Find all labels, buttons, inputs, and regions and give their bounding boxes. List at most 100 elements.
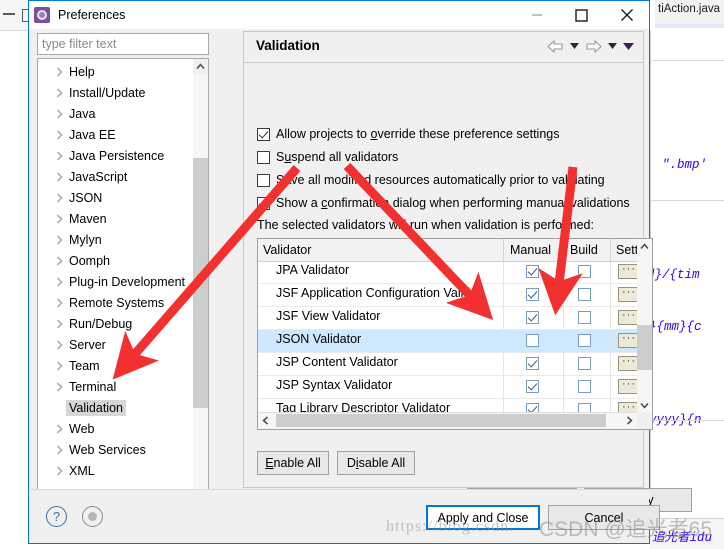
table-row[interactable]: JPA Validator ···	[258, 261, 640, 284]
forward-arrow-icon[interactable]	[583, 36, 603, 56]
tree-item-javascript[interactable]: JavaScript	[38, 166, 193, 187]
option-show-confirmation-dialog[interactable]: Show a confirmation dialog when performi…	[257, 194, 630, 212]
manual-checkbox[interactable]	[526, 357, 539, 370]
minimize-icon[interactable]	[3, 13, 15, 15]
chevron-right-icon[interactable]	[52, 271, 66, 292]
close-button[interactable]	[604, 1, 649, 29]
build-checkbox[interactable]	[578, 357, 591, 370]
scroll-up-icon[interactable]	[193, 59, 208, 74]
chevron-right-icon[interactable]	[52, 376, 66, 397]
minimize-button[interactable]	[514, 1, 559, 29]
chevron-down-icon[interactable]	[605, 36, 619, 56]
chevron-right-icon[interactable]	[52, 313, 66, 334]
build-checkbox[interactable]	[578, 380, 591, 393]
chevron-right-icon[interactable]	[52, 334, 66, 355]
editor-tab-label[interactable]: tiAction.java	[658, 3, 720, 15]
enable-all-button[interactable]: Enable All	[257, 451, 329, 475]
build-checkbox[interactable]	[578, 334, 591, 347]
manual-checkbox[interactable]	[526, 311, 539, 324]
chevron-right-icon[interactable]	[52, 439, 66, 460]
table-row[interactable]: JSF Application Configuration Valida ···	[258, 284, 640, 307]
chevron-right-icon[interactable]	[52, 61, 66, 82]
chevron-right-icon[interactable]	[52, 292, 66, 313]
chevron-right-icon[interactable]	[52, 166, 66, 187]
tree-item-java-ee[interactable]: Java EE	[38, 124, 193, 145]
view-menu-icon[interactable]	[621, 36, 635, 56]
chevron-right-icon[interactable]	[52, 229, 66, 250]
manual-checkbox[interactable]	[526, 288, 539, 301]
tree-item-json[interactable]: JSON	[38, 187, 193, 208]
manual-checkbox[interactable]	[526, 265, 539, 278]
chevron-right-icon[interactable]	[52, 124, 66, 145]
maximize-button[interactable]	[559, 1, 604, 29]
chevron-right-icon[interactable]	[52, 355, 66, 376]
tree-item-validation[interactable]: Validation	[38, 397, 193, 418]
scroll-thumb[interactable]	[276, 414, 606, 427]
preferences-tree[interactable]: Help Install/Update Java Java EE Java Persis…	[37, 58, 209, 506]
tree-item-maven[interactable]: Maven	[38, 208, 193, 229]
tree-item-java[interactable]: Java	[38, 103, 193, 124]
tree-item-help[interactable]: Help	[38, 61, 193, 82]
scroll-thumb[interactable]	[193, 158, 208, 408]
scroll-right-icon[interactable]	[622, 413, 637, 428]
chevron-right-icon[interactable]	[52, 208, 66, 229]
tree-item-web[interactable]: Web	[38, 418, 193, 439]
chevron-right-icon[interactable]	[52, 145, 66, 166]
table-vertical-scrollbar[interactable]	[637, 239, 652, 413]
manual-checkbox[interactable]	[526, 380, 539, 393]
build-checkbox[interactable]	[578, 265, 591, 278]
tree-item-terminal[interactable]: Terminal	[38, 376, 193, 397]
help-icon[interactable]: ?	[46, 506, 67, 527]
table-row[interactable]: JSP Content Validator ···	[258, 353, 640, 376]
editor-code-area[interactable]: ".bmp' d}/{tim }{mm}{c yyyy}{n	[647, 30, 724, 519]
tree-item-install-update[interactable]: Install/Update	[38, 82, 193, 103]
checkbox[interactable]	[257, 173, 270, 187]
column-header-build[interactable]: Build	[570, 239, 598, 261]
tree-vertical-scrollbar[interactable]	[192, 59, 208, 505]
checkbox[interactable]	[257, 196, 270, 210]
record-icon[interactable]	[82, 506, 103, 527]
validators-table[interactable]: Validator Manual Build Settings JPA Vali…	[257, 238, 653, 430]
disable-all-button[interactable]: Disable All	[337, 451, 415, 475]
tree-item-server[interactable]: Server	[38, 334, 193, 355]
panel-content: Allow projects to override these prefere…	[244, 63, 692, 512]
scroll-down-icon[interactable]	[637, 398, 652, 413]
tree-item-xml[interactable]: XML	[38, 460, 193, 481]
checkbox[interactable]	[257, 150, 270, 164]
table-row[interactable]: JSP Syntax Validator ···	[258, 376, 640, 399]
tree-item-web-services[interactable]: Web Services	[38, 439, 193, 460]
table-horizontal-scrollbar[interactable]	[258, 412, 637, 429]
option-suspend-validators[interactable]: Suspend all validators	[257, 148, 398, 166]
tree-item-mylyn[interactable]: Mylyn	[38, 229, 193, 250]
filter-input[interactable]	[37, 33, 209, 55]
checkbox[interactable]	[257, 127, 270, 141]
scroll-left-icon[interactable]	[258, 413, 273, 428]
chevron-right-icon[interactable]	[52, 250, 66, 271]
scroll-track[interactable]	[193, 74, 208, 490]
dialog-title-bar[interactable]: Preferences	[29, 1, 649, 29]
manual-checkbox[interactable]	[526, 334, 539, 347]
chevron-right-icon[interactable]	[52, 82, 66, 103]
tree-item-oomph[interactable]: Oomph	[38, 250, 193, 271]
chevron-right-icon[interactable]	[52, 103, 66, 124]
tree-item-team[interactable]: Team	[38, 355, 193, 376]
column-header-validator[interactable]: Validator	[263, 239, 311, 261]
chevron-down-icon[interactable]	[567, 36, 581, 56]
option-save-modified-resources[interactable]: Save all modified resources automaticall…	[257, 171, 605, 189]
build-checkbox[interactable]	[578, 311, 591, 324]
tree-item-remote-systems[interactable]: Remote Systems	[38, 292, 193, 313]
tree-item-run-debug[interactable]: Run/Debug	[38, 313, 193, 334]
column-header-manual[interactable]: Manual	[510, 239, 551, 261]
scroll-thumb[interactable]	[637, 325, 652, 370]
table-row[interactable]: JSON Validator ···	[258, 330, 640, 353]
table-row[interactable]: JSF View Validator ···	[258, 307, 640, 330]
back-arrow-icon[interactable]	[545, 36, 565, 56]
chevron-right-icon[interactable]	[52, 187, 66, 208]
tree-item-java-persistence[interactable]: Java Persistence	[38, 145, 193, 166]
tree-item-plug-in-development[interactable]: Plug-in Development	[38, 271, 193, 292]
build-checkbox[interactable]	[578, 288, 591, 301]
scroll-up-icon[interactable]	[637, 239, 652, 254]
option-allow-override[interactable]: Allow projects to override these prefere…	[257, 125, 559, 143]
chevron-right-icon[interactable]	[52, 418, 66, 439]
chevron-right-icon[interactable]	[52, 460, 66, 481]
